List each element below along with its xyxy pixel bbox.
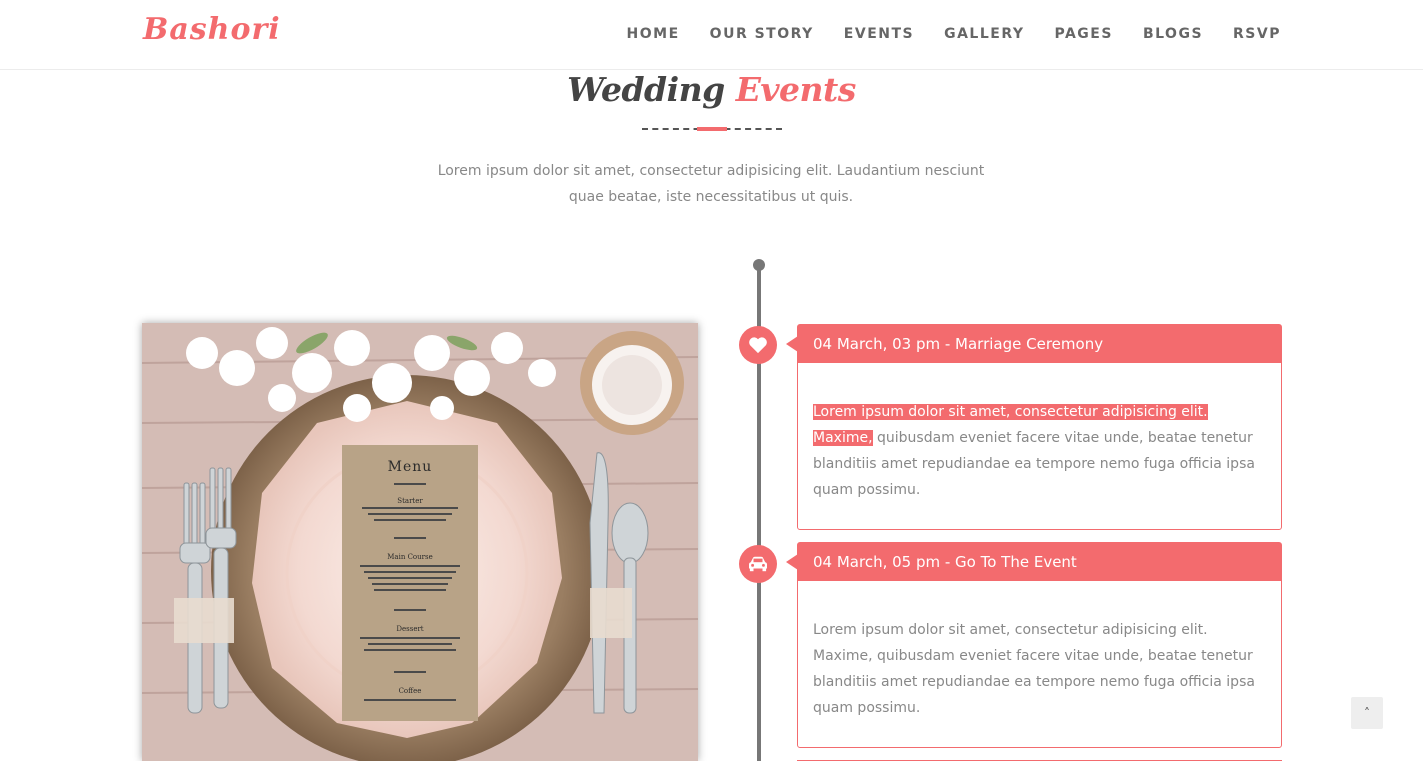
site-header: Bashori HOME OUR STORY EVENTS GALLERY PA… bbox=[0, 0, 1423, 70]
nav-rsvp[interactable]: RSVP bbox=[1233, 26, 1281, 42]
car-icon bbox=[739, 545, 777, 583]
timeline-start-dot bbox=[753, 259, 765, 271]
menu-heading: Menu bbox=[388, 459, 433, 475]
svg-text:Starter: Starter bbox=[397, 497, 423, 505]
section-intro: Lorem ipsum dolor sit amet, consectetur … bbox=[437, 163, 985, 205]
nav-our-story[interactable]: OUR STORY bbox=[710, 26, 814, 42]
svg-text:Main Course: Main Course bbox=[387, 553, 432, 561]
site-logo[interactable]: Bashori bbox=[143, 12, 281, 47]
title-divider bbox=[642, 127, 782, 131]
svg-text:Coffee: Coffee bbox=[399, 687, 422, 695]
nav-pages[interactable]: PAGES bbox=[1055, 26, 1113, 42]
svg-text:Dessert: Dessert bbox=[396, 625, 423, 633]
nav-events[interactable]: EVENTS bbox=[844, 26, 914, 42]
nav-home[interactable]: HOME bbox=[627, 26, 680, 42]
event-card-go-to-event: 04 March, 05 pm - Go To The Event Lorem … bbox=[786, 542, 1282, 748]
event-title: 04 March, 03 pm - Marriage Ceremony bbox=[786, 325, 1281, 363]
nav-gallery[interactable]: GALLERY bbox=[944, 26, 1024, 42]
nav-blogs[interactable]: BLOGS bbox=[1143, 26, 1203, 42]
event-title: 04 March, 05 pm - Go To The Event bbox=[786, 543, 1281, 581]
event-description: Lorem ipsum dolor sit amet, consectetur … bbox=[813, 622, 1255, 716]
chevron-up-icon[interactable]: ˄ bbox=[1351, 697, 1383, 729]
main-nav: HOME OUR STORY EVENTS GALLERY PAGES BLOG… bbox=[597, 0, 1281, 68]
event-card-ceremony: 04 March, 03 pm - Marriage Ceremony Lore… bbox=[786, 324, 1282, 530]
section-title: Wedding Events bbox=[0, 70, 1423, 109]
event-description: Lorem ipsum dolor sit amet, consectetur … bbox=[813, 404, 1255, 498]
heart-icon bbox=[739, 326, 777, 364]
event-image: Menu Starter Main Course Dessert Coffee bbox=[142, 323, 698, 761]
section-title-main: Wedding bbox=[567, 70, 725, 109]
section-title-accent: Events bbox=[735, 70, 857, 109]
